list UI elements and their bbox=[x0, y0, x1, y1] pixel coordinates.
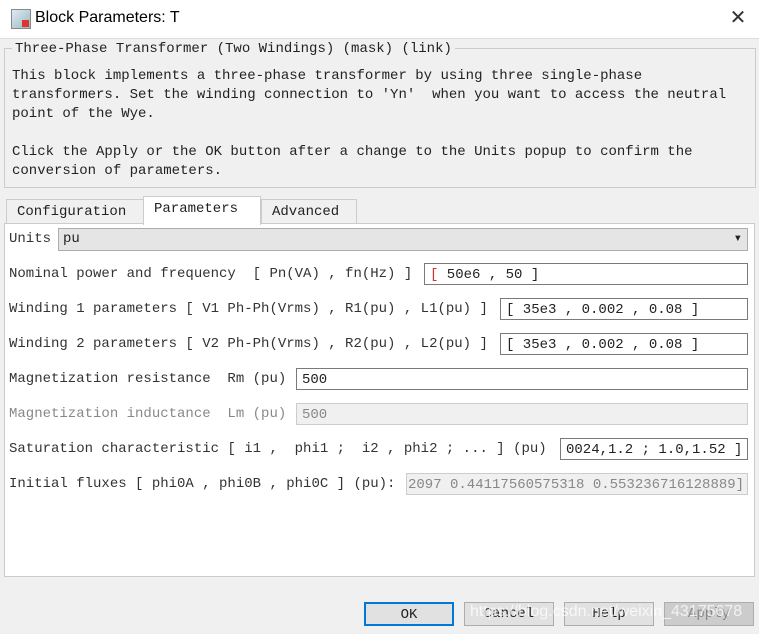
close-icon[interactable]: ✕ bbox=[726, 6, 750, 30]
group-title: Three-Phase Transformer (Two Windings) (… bbox=[12, 41, 455, 57]
fluxes-label: Initial fluxes [ phi0A , phi0B , phi0C ]… bbox=[9, 476, 396, 492]
tab-parameters[interactable]: Parameters bbox=[143, 196, 261, 225]
lm-field: 500 bbox=[296, 403, 748, 425]
rm-label: Magnetization resistance Rm (pu) bbox=[9, 371, 287, 387]
description-line: conversion of parameters. bbox=[12, 163, 223, 179]
winding1-label: Winding 1 parameters [ V1 Ph-Ph(Vrms) , … bbox=[9, 301, 488, 317]
tab-configuration[interactable]: Configuration bbox=[6, 199, 145, 224]
winding2-label: Winding 2 parameters [ V2 Ph-Ph(Vrms) , … bbox=[9, 336, 488, 352]
units-dropdown[interactable]: pu bbox=[58, 228, 748, 251]
window-title: Block Parameters: T bbox=[35, 9, 180, 26]
fluxes-field: 2097 0.44117560575318 0.553236716128889] bbox=[406, 473, 748, 495]
block-icon bbox=[11, 9, 31, 29]
winding1-value: 35e3 , 0.002 , 0.08 ] bbox=[514, 302, 700, 318]
description-line: transformers. Set the winding connection… bbox=[12, 87, 727, 103]
rm-field[interactable]: 500 bbox=[296, 368, 748, 390]
lm-label: Magnetization inductance Lm (pu) bbox=[9, 406, 287, 422]
winding2-field[interactable]: [ 35e3 , 0.002 , 0.08 ] bbox=[500, 333, 748, 355]
nominal-field[interactable]: [ 50e6 , 50 ] bbox=[424, 263, 748, 285]
ok-button[interactable]: OK bbox=[364, 602, 454, 626]
winding2-value: 35e3 , 0.002 , 0.08 ] bbox=[514, 337, 700, 353]
description-line: Click the Apply or the OK button after a… bbox=[12, 144, 693, 160]
saturation-field[interactable]: 0024,1.2 ; 1.0,1.52 ] bbox=[560, 438, 748, 460]
description-line: This block implements a three-phase tran… bbox=[12, 68, 643, 84]
winding1-field[interactable]: [ 35e3 , 0.002 , 0.08 ] bbox=[500, 298, 748, 320]
nominal-value: 50e6 , 50 ] bbox=[438, 267, 540, 283]
nominal-label: Nominal power and frequency [ Pn(VA) , f… bbox=[9, 266, 413, 282]
tab-advanced[interactable]: Advanced bbox=[261, 199, 357, 224]
saturation-label: Saturation characteristic [ i1 , phi1 ; … bbox=[9, 441, 547, 457]
watermark: https://blog.csdn.net/weixin_43175678 bbox=[470, 603, 743, 620]
units-label: Units bbox=[9, 231, 52, 247]
description-line: point of the Wye. bbox=[12, 106, 155, 122]
